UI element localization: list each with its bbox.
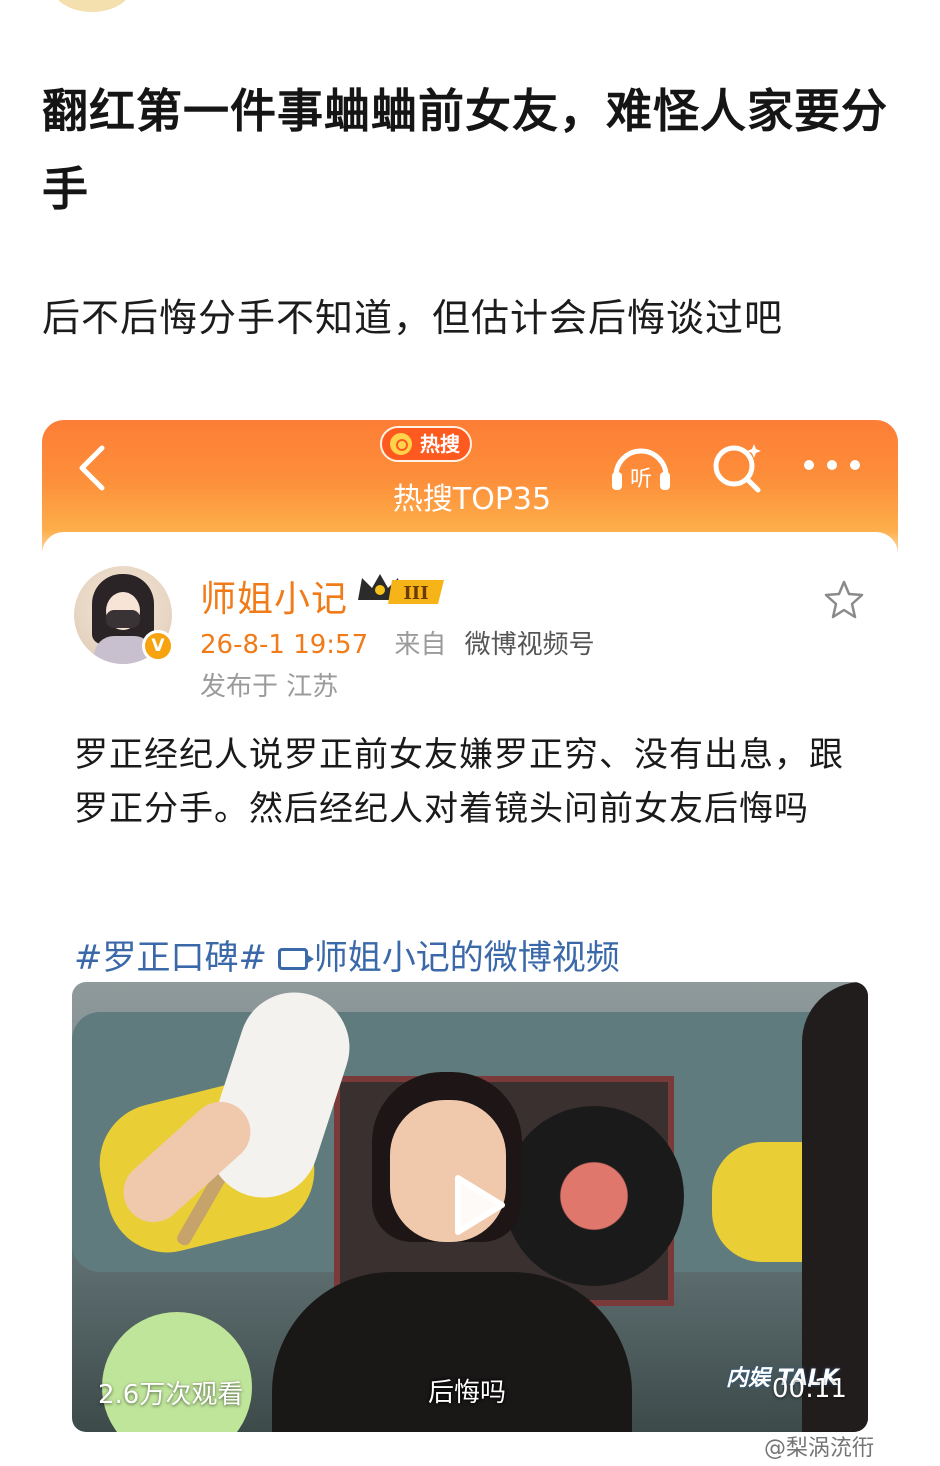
weibo-screenshot-card: 热搜 热搜TOP35 听 V 师姐小记 III 26-8-1 19:57 来自 … — [42, 420, 898, 1466]
play-icon[interactable] — [440, 1170, 510, 1240]
search-badge-icon — [390, 433, 412, 455]
more-icon[interactable] — [802, 456, 862, 474]
headphone-icon[interactable]: 听 — [608, 442, 674, 494]
weibo-post: V 师姐小记 III 26-8-1 19:57 来自 微博视频号 发布于 江苏 … — [42, 532, 898, 1466]
post-time: 26-8-1 19:57 — [200, 630, 369, 660]
author-name[interactable]: 师姐小记 — [200, 570, 348, 622]
hot-search-badge: 热搜 — [380, 426, 472, 462]
post-source[interactable]: 微博视频号 — [465, 630, 595, 660]
source-prefix: 来自 — [394, 630, 447, 660]
cropped-avatar — [52, 0, 132, 12]
watermark: @梨涡㳘衎 — [764, 1436, 875, 1461]
hashtag-link[interactable]: #罗正口碑# — [74, 938, 267, 978]
back-icon[interactable] — [72, 442, 112, 494]
post-text: 罗正经纪人说罗正前女友嫌罗正穷、没有出息，跟罗正分手。然后经纪人对着镜头问前女友… — [74, 735, 844, 829]
hot-badge-label: 热搜 — [420, 432, 460, 456]
crown-icon: III — [358, 574, 444, 604]
view-count: 2.6万次观看 — [98, 1380, 244, 1410]
post-meta: 26-8-1 19:57 来自 微博视频号 — [200, 624, 595, 661]
video-icon — [277, 948, 314, 970]
video-duration: 00:11 — [772, 1374, 847, 1404]
verified-icon: V — [142, 630, 174, 662]
listen-label: 听 — [630, 467, 652, 492]
search-icon[interactable] — [710, 440, 766, 494]
article-title: 翻红第一件事蛐蛐前女友，难怪人家要分手 — [42, 84, 888, 216]
article-lead: 后不后悔分手不知道，但估计会后悔谈过吧 — [42, 296, 784, 340]
more-dot — [850, 460, 860, 470]
hot-search-header: 热搜 热搜TOP35 听 — [42, 420, 898, 550]
video-subtitle: 后悔吗 — [428, 1378, 507, 1408]
more-dot — [827, 460, 837, 470]
post-location: 发布于 江苏 — [200, 672, 339, 702]
hot-search-rank: 热搜TOP35 — [392, 482, 552, 517]
post-tags: #罗正口碑# 师姐小记的微博视频 — [74, 930, 874, 979]
video-player[interactable]: 2.6万次观看 后悔吗 内娱 TALK 00:11 — [72, 982, 868, 1432]
more-dot — [804, 460, 814, 470]
star-icon[interactable] — [822, 578, 866, 622]
level-badge-text: III — [403, 583, 428, 604]
video-link-label: 师姐小记的微博视频 — [313, 938, 620, 978]
video-link[interactable]: 师姐小记的微博视频 — [277, 938, 620, 978]
